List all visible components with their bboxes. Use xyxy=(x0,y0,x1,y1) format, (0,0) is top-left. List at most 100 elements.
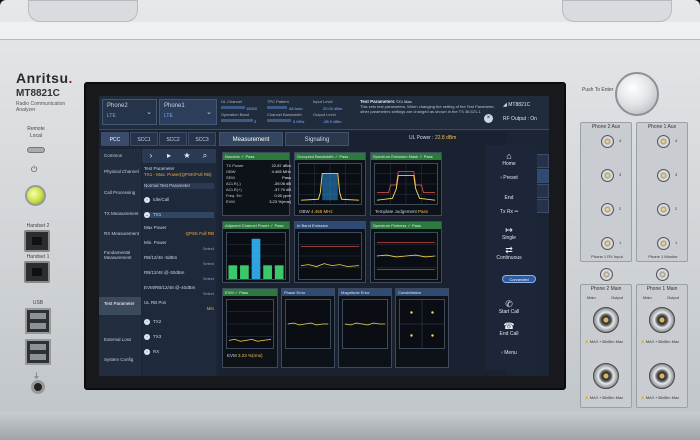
tree-item-tx3[interactable]: › TX3 xyxy=(144,334,214,340)
phone2-aux-port-3[interactable] xyxy=(601,169,614,182)
star-icon[interactable]: ★ xyxy=(182,151,192,161)
phone1-aux-port-2[interactable] xyxy=(657,203,670,216)
menu-button[interactable]: ‹ Menu xyxy=(487,350,531,356)
check-icon: ✓ xyxy=(270,223,274,228)
left-nav: Common Physical Channel Call Processing … xyxy=(99,149,141,376)
nav-rx-measurement[interactable]: RX Measurement xyxy=(99,231,141,236)
phone2-main-port[interactable] xyxy=(593,307,619,333)
phone2-aux-port-2[interactable] xyxy=(601,203,614,216)
end-button[interactable]: End xyxy=(487,195,531,201)
tree-item-tx2[interactable]: › TX2 xyxy=(144,319,214,325)
tab-scc2[interactable]: SCC2 xyxy=(159,132,187,146)
tab-scc1[interactable]: SCC1 xyxy=(130,132,158,146)
handset2-port[interactable] xyxy=(24,230,50,252)
select-label: Select xyxy=(202,246,214,251)
usb-port-2[interactable] xyxy=(25,339,51,365)
tab-signaling[interactable]: Signaling xyxy=(285,132,349,146)
phone1-rx-input-port[interactable] xyxy=(600,268,613,281)
warning-icon: ⚠ xyxy=(585,395,589,400)
phone2-main-panel: Phone 2 Main Main Output ⚠ MAX +35dBm Ma… xyxy=(580,284,632,408)
tab-phone2[interactable]: Phone2 LTE ⌄ xyxy=(102,99,157,125)
instrument-chassis: Anritsu. MT8821C Radio Communication Ana… xyxy=(0,0,700,440)
obw-panel[interactable]: Occupied Bandwidth ✓ Pass OBW 4.465 MHz xyxy=(294,152,366,216)
top-rail xyxy=(0,22,700,40)
warning-icon: ⚠ xyxy=(585,339,589,344)
home-button[interactable]: ⌂ Home xyxy=(487,151,531,167)
home-icon: ⌂ xyxy=(506,151,512,161)
phone1-aux-port-4[interactable] xyxy=(657,135,670,148)
search-icon[interactable]: ⌕ xyxy=(200,151,210,161)
spectrum-flatness-panel[interactable]: Spectrum Flatness ✓ Pass xyxy=(370,221,442,283)
check-icon: ✓ xyxy=(419,154,423,159)
tree-item-tx1[interactable]: ⌄ TX1 xyxy=(144,212,214,219)
rotary-knob[interactable] xyxy=(615,72,659,116)
nav-call-processing[interactable]: Call Processing xyxy=(99,190,141,195)
tab-pcc[interactable]: PCC xyxy=(101,132,129,146)
sem-plot xyxy=(374,163,438,205)
continuous-button[interactable]: ⇄ Continuous xyxy=(487,245,531,261)
handset1-port[interactable] xyxy=(24,261,50,283)
tab-phone1[interactable]: Phone1 LTE ⌄ xyxy=(159,99,217,125)
start-call-button[interactable]: ✆ Start Call xyxy=(487,299,531,315)
aclr-bar xyxy=(228,265,238,279)
obw-label: OBW xyxy=(299,209,310,214)
obw-plot xyxy=(298,163,362,205)
play-icon[interactable]: ▸ xyxy=(164,151,174,161)
phone1-aux-port-3[interactable] xyxy=(657,169,670,182)
inband-emission-panel[interactable]: In Band Emission xyxy=(294,221,366,283)
phone2-aux-port-1[interactable] xyxy=(601,237,614,250)
tree-item-rx[interactable]: › RX xyxy=(144,349,214,355)
phone1-aux-output-port[interactable] xyxy=(649,363,675,389)
power-button[interactable] xyxy=(25,185,46,206)
close-tooltip-button[interactable]: × xyxy=(484,114,493,123)
handset1-label: Handset 1 xyxy=(26,254,50,260)
remote-label: Remote xyxy=(27,126,45,132)
phone2-aux-output-port[interactable] xyxy=(593,363,619,389)
phone2-aux-port-4[interactable] xyxy=(601,135,614,148)
numeric-row: SEM Pass xyxy=(226,175,291,180)
expand-icon: › xyxy=(144,197,150,203)
phase-error-panel[interactable]: Phase Error xyxy=(281,288,335,368)
nav-fundamental-measurement[interactable]: Fundamental Measurement xyxy=(99,250,141,260)
tree-item-idle-call[interactable]: › Idle/Call xyxy=(144,197,214,203)
nav-common[interactable]: Common xyxy=(99,153,141,158)
nav-test-parameter[interactable]: Test Parameter xyxy=(99,297,141,315)
numeric-panel[interactable]: Numeric ✓ Pass TX Power 22.87 dBm OBW 4.46… xyxy=(222,152,291,216)
evm-panel[interactable]: EVM ✓ Pass EVM 3.23 %(rms) xyxy=(222,288,278,368)
local-button[interactable] xyxy=(27,147,45,153)
tab-measurement[interactable]: Measurement xyxy=(219,132,283,146)
end-call-button[interactable]: ☎ End Call xyxy=(487,321,531,337)
phone1-main-port[interactable] xyxy=(649,307,675,333)
touch-screen: Phone2 LTE ⌄ Phone1 LTE ⌄ UL Channel 183… xyxy=(99,96,549,376)
handset2-label: Handset 2 xyxy=(26,223,50,229)
nav-external-loss[interactable]: External Loss xyxy=(99,337,141,342)
aclr-bar xyxy=(274,265,284,279)
nav-tx-measurement[interactable]: TX Measurement xyxy=(99,211,141,216)
sem-panel[interactable]: Spectrum Emission Mask ✓ Pass Template J… xyxy=(370,152,442,216)
phone1-monitor-port[interactable] xyxy=(656,268,669,281)
audio-jack[interactable] xyxy=(31,380,45,394)
tab-scc3[interactable]: SCC3 xyxy=(188,132,216,146)
warning-icon: ⚠ xyxy=(641,339,645,344)
model-name: MT8821C xyxy=(16,88,60,99)
constellation-panel[interactable]: Constellation xyxy=(395,288,449,368)
aclr-panel[interactable]: Adjacent Channel Power ✓ Pass xyxy=(222,221,290,283)
connected-status-badge: Connected xyxy=(502,275,536,283)
test-parameters-tooltip: Test Parameters TX1 Max This sets test p… xyxy=(360,99,495,114)
preset-button[interactable]: › Preset xyxy=(487,175,531,181)
tx-rx-level[interactable]: Tx Rx ═ xyxy=(487,209,531,215)
phone1-aux-port-1[interactable] xyxy=(657,237,670,250)
nav-physical-channel[interactable]: Physical Channel xyxy=(99,169,141,174)
parameter-summary[interactable]: UL Channel 18300 TPC Pattern All Auto In… xyxy=(221,99,357,125)
single-button[interactable]: ↦ Single xyxy=(487,225,531,241)
spectrum-flatness-plot xyxy=(374,232,438,280)
magnitude-error-panel[interactable]: Magnitude Error xyxy=(338,288,392,368)
local-label: Local xyxy=(30,133,42,139)
forward-icon[interactable]: › xyxy=(146,151,156,161)
select-label: Select xyxy=(202,261,214,266)
nav-system-config[interactable]: System Config xyxy=(99,357,141,362)
chevron-down-icon: ⌄ xyxy=(146,109,152,116)
usb-port-1[interactable] xyxy=(25,308,51,334)
magnitude-error-plot xyxy=(342,299,388,349)
constellation-plot xyxy=(399,299,445,349)
